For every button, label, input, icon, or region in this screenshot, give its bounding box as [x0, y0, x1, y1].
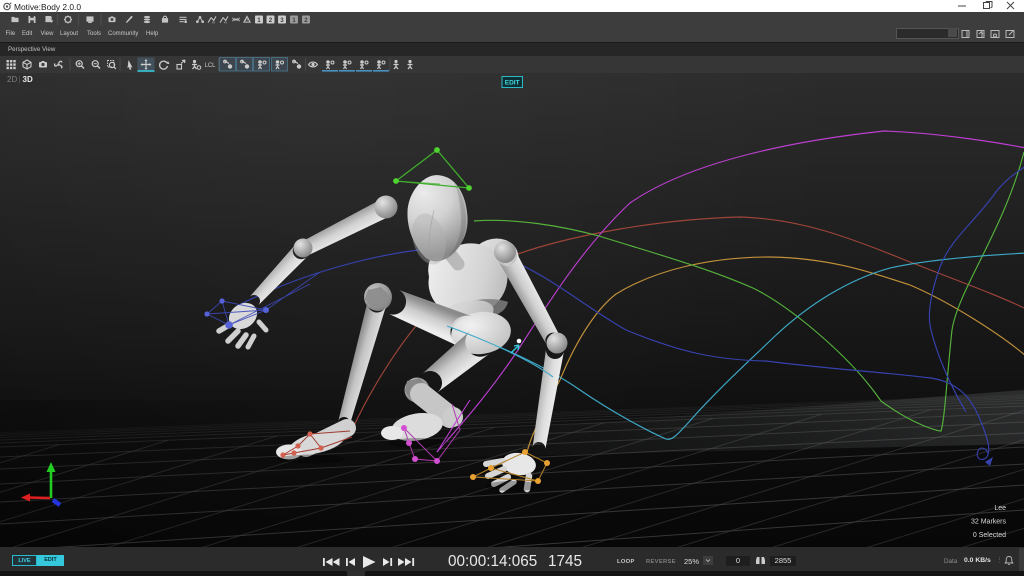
- svg-text:|: |: [19, 75, 21, 84]
- svg-text:2D: 2D: [7, 75, 17, 84]
- svg-text:LCL: LCL: [204, 63, 216, 69]
- svg-text:0 Selected: 0 Selected: [973, 532, 1006, 539]
- svg-text:A: A: [245, 17, 248, 22]
- svg-text:3D: 3D: [23, 75, 33, 84]
- svg-text:2: 2: [304, 17, 308, 24]
- svg-text:1: 1: [257, 17, 261, 24]
- svg-text:Lee: Lee: [994, 505, 1006, 512]
- svg-text:A: A: [212, 19, 215, 24]
- svg-text:32 Markers: 32 Markers: [971, 519, 1007, 526]
- svg-text:EDIT: EDIT: [505, 80, 520, 87]
- svg-text:A: A: [224, 19, 227, 24]
- svg-text:3: 3: [280, 17, 284, 24]
- svg-text:2: 2: [269, 17, 273, 24]
- svg-text:1: 1: [292, 17, 296, 24]
